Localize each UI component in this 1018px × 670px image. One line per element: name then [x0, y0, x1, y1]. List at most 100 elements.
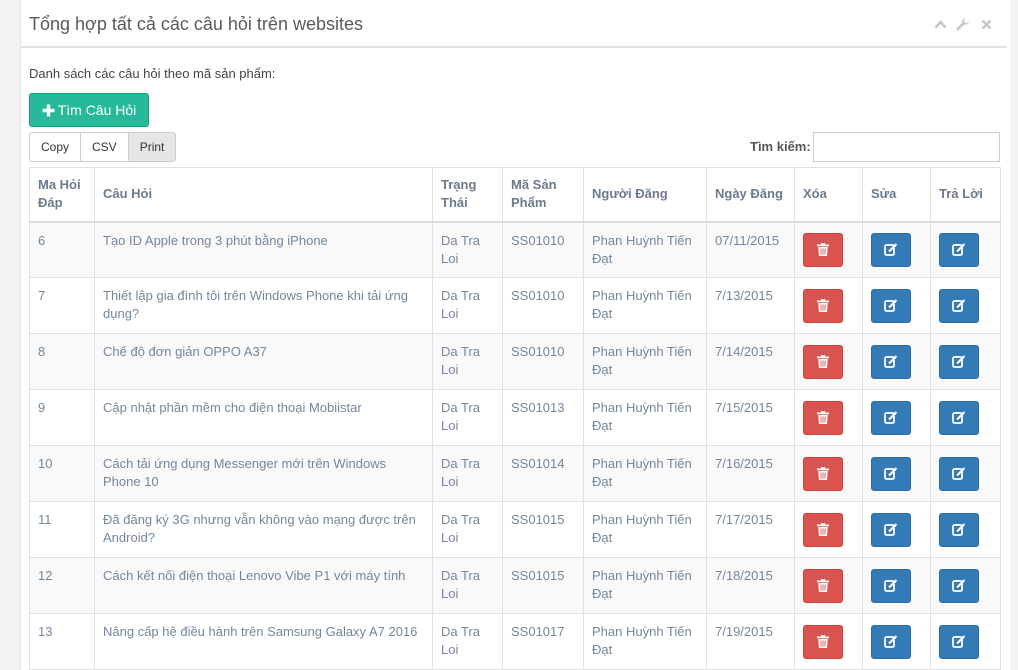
cell-status: Da Tra Loi [432, 221, 503, 278]
reply-button[interactable] [939, 344, 979, 379]
cell-reply [930, 445, 1001, 502]
edit-button[interactable] [871, 512, 911, 547]
edit-icon [884, 635, 898, 648]
cell-date: 7/18/2015 [706, 557, 795, 614]
cell-id: 8 [29, 333, 95, 390]
section-subtitle: Danh sách các câu hỏi theo mã sản phẩm: [29, 66, 276, 81]
delete-button[interactable] [803, 232, 843, 267]
cell-id: 12 [29, 557, 95, 614]
cell-reply [930, 277, 1001, 334]
cell-date: 7/15/2015 [706, 389, 795, 446]
column-header-reply[interactable]: Trả Lời [930, 167, 1001, 222]
edit-button[interactable] [871, 568, 911, 603]
cell-status: Da Tra Loi [432, 613, 503, 670]
cell-delete [794, 221, 863, 278]
cell-product: SS01015 [502, 557, 584, 614]
cell-question: Cập nhật phần mềm cho điện thoại Mobiist… [94, 389, 433, 446]
table-row: 11 Đã đăng ký 3G nhưng vẫn không vào mạn… [29, 501, 1001, 558]
cell-product: SS01017 [502, 613, 584, 670]
delete-button[interactable] [803, 456, 843, 491]
reply-button[interactable] [939, 456, 979, 491]
edit-button[interactable] [871, 624, 911, 659]
column-header-edit[interactable]: Sửa [862, 167, 931, 222]
column-header-product[interactable]: Mã Sản Phẩm [502, 167, 584, 222]
edit-icon [884, 243, 898, 257]
export-button-group: Copy CSV Print [29, 132, 177, 162]
reply-button[interactable] [939, 624, 979, 659]
column-header-author[interactable]: Người Đăng [583, 167, 707, 222]
reply-button[interactable] [939, 400, 979, 435]
cell-reply [930, 557, 1001, 614]
cell-status: Da Tra Loi [432, 557, 503, 614]
table-row: 6 Tạo ID Apple trong 3 phút bằng iPhone … [29, 221, 1001, 278]
cell-delete [794, 277, 863, 334]
table-header-row: Ma Hỏi Đáp Câu Hỏi Trạng Thái Mã Sản Phẩ… [29, 167, 1001, 222]
edit-icon [952, 355, 966, 368]
cell-status: Da Tra Loi [432, 277, 503, 334]
questions-table: Ma Hỏi Đáp Câu Hỏi Trạng Thái Mã Sản Phẩ… [29, 167, 1001, 670]
cell-date: 7/16/2015 [706, 445, 795, 502]
close-icon[interactable] [979, 16, 993, 32]
column-header-status[interactable]: Trạng Thái [432, 167, 503, 222]
delete-button[interactable] [803, 568, 843, 603]
search-input[interactable] [813, 132, 1000, 162]
cell-product: SS01013 [502, 389, 584, 446]
edit-icon [884, 467, 898, 480]
edit-button[interactable] [871, 288, 911, 323]
search-label: Tìm kiếm: [750, 139, 811, 154]
cell-author: Phan Huỳnh Tiến Đạt [583, 389, 707, 446]
csv-button[interactable]: CSV [80, 132, 129, 162]
cell-edit [862, 613, 931, 670]
cell-product: SS01010 [502, 333, 584, 390]
cell-delete [794, 501, 863, 558]
chevron-up-icon[interactable] [933, 16, 947, 32]
cell-id: 13 [29, 613, 95, 670]
reply-button[interactable] [939, 512, 979, 547]
edit-button[interactable] [871, 232, 911, 267]
edit-button[interactable] [871, 456, 911, 491]
edit-icon [952, 467, 966, 480]
trash-icon [817, 411, 829, 424]
cell-edit [862, 333, 931, 390]
find-question-button[interactable]: Tìm Câu Hỏi [29, 93, 149, 127]
table-row: 13 Nâng cấp hệ điều hành trên Samsung Ga… [29, 613, 1001, 670]
column-header-delete[interactable]: Xóa [794, 167, 863, 222]
edit-button[interactable] [871, 400, 911, 435]
plus-icon [42, 104, 55, 116]
delete-button[interactable] [803, 512, 843, 547]
reply-button[interactable] [939, 568, 979, 603]
cell-id: 9 [29, 389, 95, 446]
cell-question: Tạo ID Apple trong 3 phút bằng iPhone [94, 221, 433, 278]
wrench-icon[interactable] [956, 16, 970, 32]
edit-icon [884, 579, 898, 592]
column-header-date[interactable]: Ngày Đăng [706, 167, 795, 222]
cell-id: 11 [29, 501, 95, 558]
reply-button[interactable] [939, 232, 979, 267]
table-row: 10 Cách tải ứng dụng Messenger mới trên … [29, 445, 1001, 502]
cell-question: Đã đăng ký 3G nhưng vẫn không vào mạng đ… [94, 501, 433, 558]
cell-reply [930, 333, 1001, 390]
edit-icon [884, 355, 898, 368]
cell-product: SS01014 [502, 445, 584, 502]
column-header-question[interactable]: Câu Hỏi [94, 167, 433, 222]
delete-button[interactable] [803, 288, 843, 323]
trash-icon [817, 467, 829, 480]
cell-delete [794, 557, 863, 614]
trash-icon [817, 299, 829, 312]
print-button[interactable]: Print [127, 132, 177, 162]
reply-button[interactable] [939, 288, 979, 323]
table-row: 8 Chế độ đơn giản OPPO A37 Da Tra Loi SS… [29, 333, 1001, 390]
cell-delete [794, 389, 863, 446]
delete-button[interactable] [803, 344, 843, 379]
page-title: Tổng hợp tất cả các câu hỏi trên website… [29, 14, 363, 34]
cell-question: Thiết lập gia đình tôi trên Windows Phon… [94, 277, 433, 334]
cell-reply [930, 501, 1001, 558]
edit-button[interactable] [871, 344, 911, 379]
copy-button[interactable]: Copy [29, 132, 82, 162]
cell-edit [862, 501, 931, 558]
column-header-id[interactable]: Ma Hỏi Đáp [29, 167, 95, 222]
cell-edit [862, 221, 931, 278]
delete-button[interactable] [803, 400, 843, 435]
cell-id: 6 [29, 221, 95, 278]
delete-button[interactable] [803, 624, 843, 659]
